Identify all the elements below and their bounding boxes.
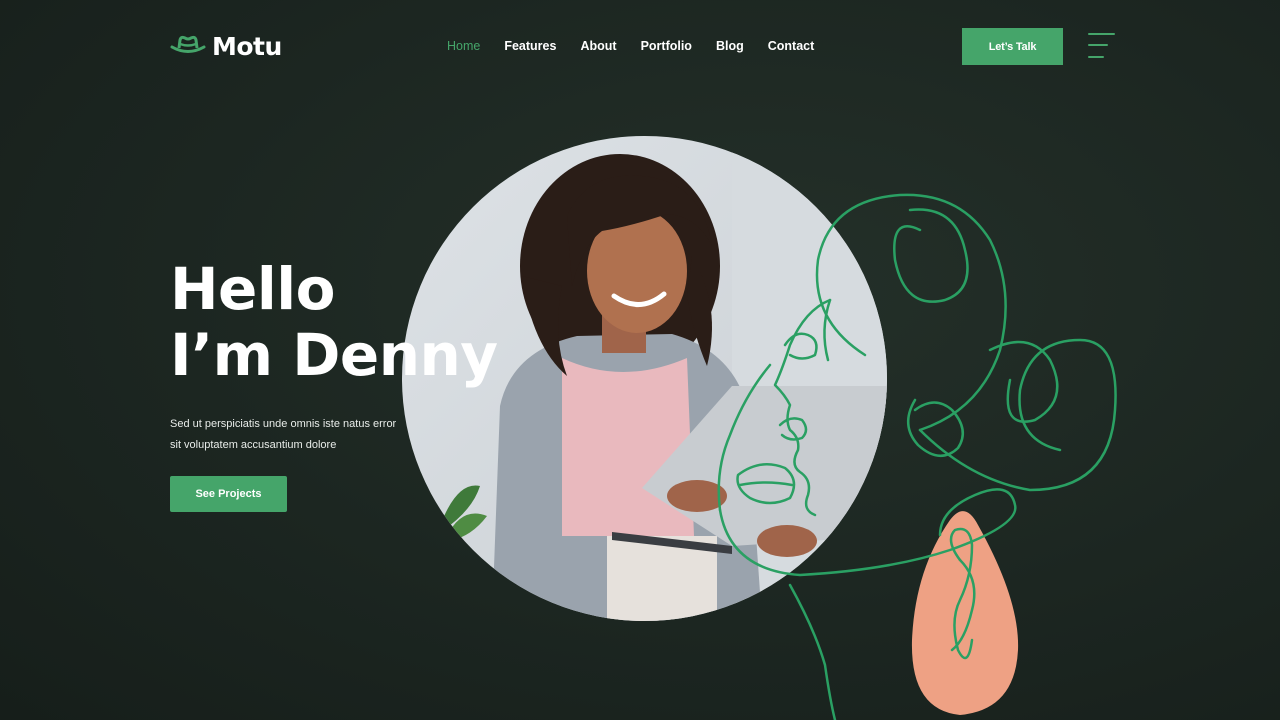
headline-line-2: I’m Denny [170, 321, 498, 389]
headline-line-1: Hello [170, 255, 335, 323]
nav-contact[interactable]: Contact [768, 38, 815, 54]
nav-blog[interactable]: Blog [716, 38, 744, 54]
hero-headline: Hello I’m Denny [170, 256, 498, 388]
nav-home[interactable]: Home [447, 38, 480, 54]
nav-portfolio[interactable]: Portfolio [641, 38, 692, 54]
site-header: Motu Home Features About Portfolio Blog … [0, 0, 1280, 92]
lets-talk-button[interactable]: Let’s Talk [962, 28, 1063, 65]
intro-line-1: Sed ut perspiciatis unde omnis iste natu… [170, 418, 397, 430]
nav-features[interactable]: Features [504, 38, 556, 54]
intro-line-2: sit voluptatem accusantium dolore [170, 439, 337, 451]
logo-text: Motu [212, 31, 282, 61]
main-nav: Home Features About Portfolio Blog Conta… [447, 38, 814, 54]
hero-intro-text: Sed ut perspiciatis unde omnis iste natu… [170, 414, 410, 456]
hamburger-menu-icon[interactable] [1088, 32, 1116, 60]
see-projects-button[interactable]: See Projects [170, 476, 287, 512]
coral-blob-shape [911, 511, 1019, 715]
nav-about[interactable]: About [580, 38, 616, 54]
logo[interactable]: Motu [170, 30, 282, 62]
hat-icon [170, 34, 206, 58]
